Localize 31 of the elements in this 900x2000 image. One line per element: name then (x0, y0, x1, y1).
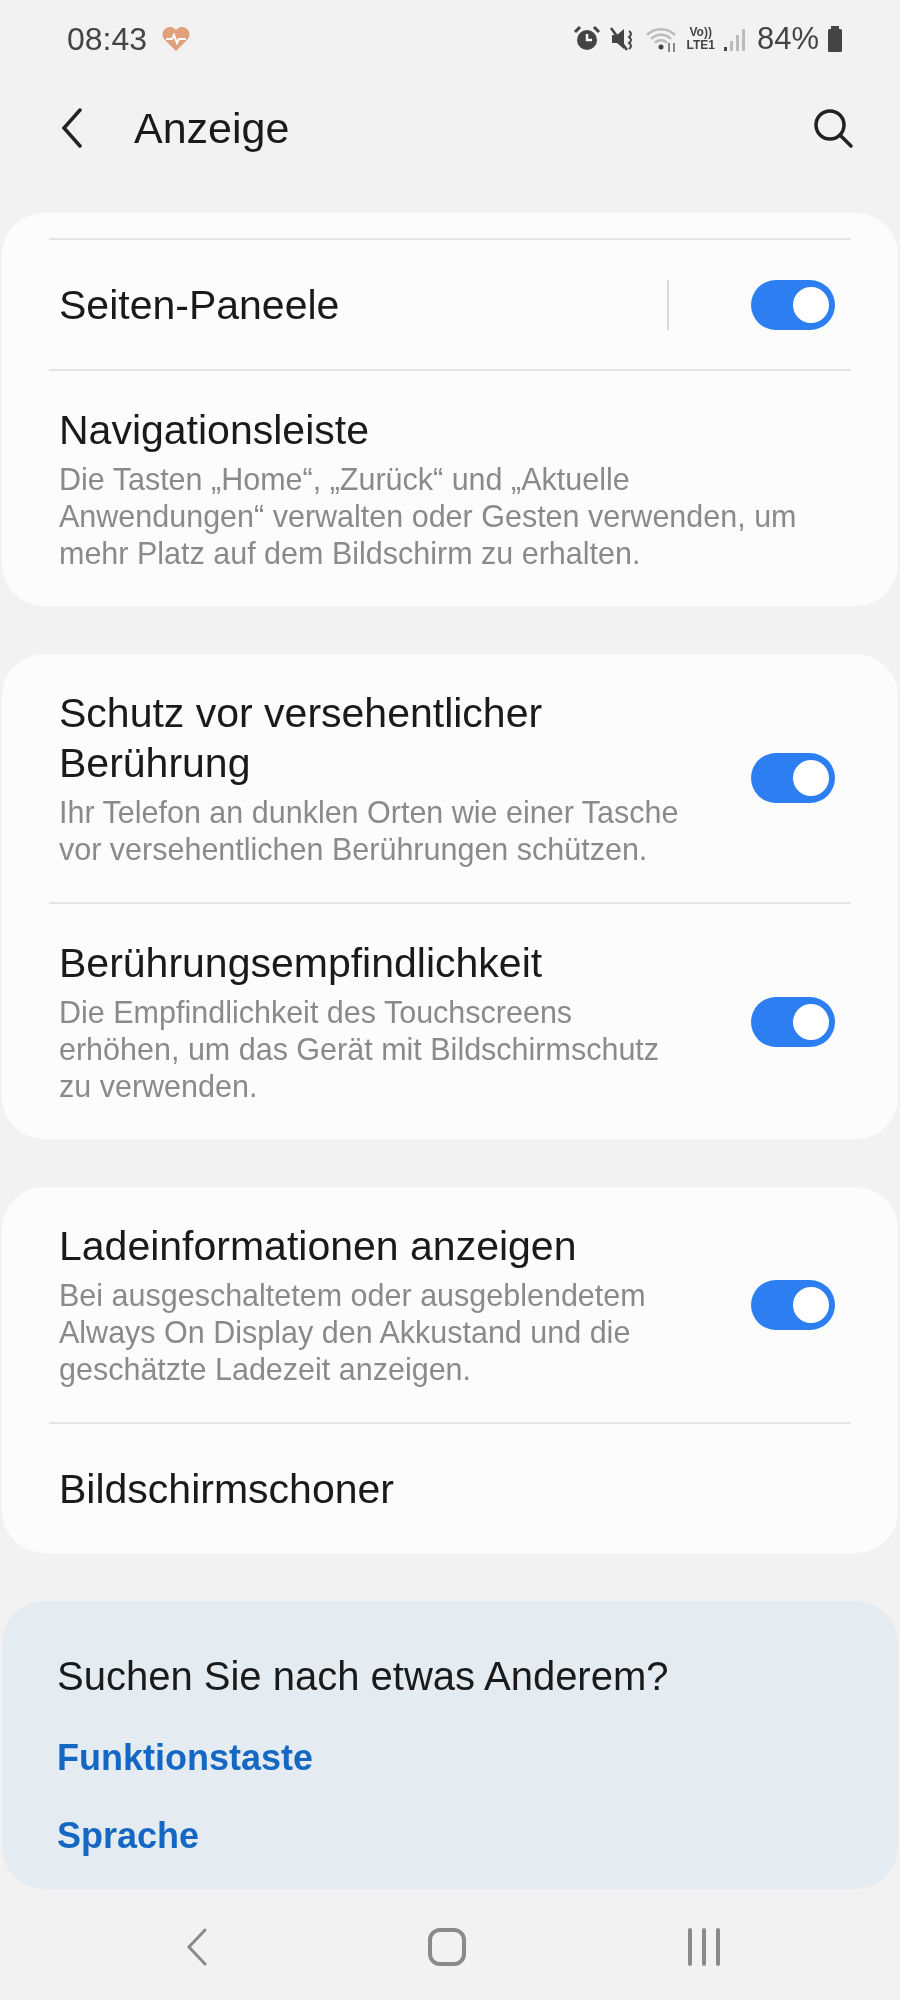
heart-icon (161, 26, 192, 52)
setting-description: Die Empfindlichkeit des Touchscreens erhöhen, um das Gerät mit Bildschirmschutz zu verwenden. (59, 994, 661, 1105)
toggle-switch[interactable] (751, 1279, 835, 1330)
setting-description: Ihr Telefon an dunklen Orten wie einer Tasche vor versehentlichen Berührungen schützen. (59, 794, 680, 868)
settings-item[interactable]: Ladeinformationen anzeigen Bei ausgeschaltetem oder ausgeblendetem Always On Display den Akkustand und die geschätzte Ladezeit anzeigen. (49, 1187, 851, 1422)
network-type-label: LTE1 (686, 39, 715, 52)
settings-item[interactable]: Navigationsleiste Die Tasten „Home“, „Zurück“ und „Aktuelle Anwendungen“ verwalten oder Gesten verwenden, um mehr Platz auf dem Bildschirm zu erhalten. (49, 369, 851, 606)
toggle-switch[interactable] (751, 753, 835, 803)
setting-title: Ladeinformationen anzeigen (59, 1222, 578, 1271)
settings-item[interactable]: Seiten-Paneele (49, 238, 851, 369)
volte-label: Vo)) (689, 26, 712, 39)
settings-item[interactable]: Bildschirmschoner (49, 1422, 851, 1553)
setting-title: Seiten-Paneele (59, 280, 341, 330)
setting-description: Die Tasten „Home“, „Zurück“ und „Aktuelle Anwendungen“ verwalten oder Gesten verwenden, um mehr Platz auf dem Bildschirm zu erhalten. (59, 461, 798, 572)
battery-percentage: 84% (756, 21, 819, 57)
setting-description: Bei ausgeschaltetem oder ausgeblendetem Always On Display den Akkustand und die geschätzte Ladezeit anzeigen. (59, 1277, 647, 1388)
alarm-icon (572, 25, 601, 53)
page-title: Anzeige (134, 103, 290, 153)
setting-title: Navigationsleiste (59, 406, 370, 455)
setting-title: Berührungsempfindlichkeit (59, 939, 544, 988)
settings-item[interactable]: Schutz vor versehentlicher Berührung Ihr Telefon an dunklen Orten wie einer Tasche vor versehentlichen Berührungen schützen. (49, 654, 851, 902)
toggle-switch[interactable] (751, 996, 835, 1047)
setting-title: Schutz vor versehentlicher Berührung (59, 689, 544, 788)
suggestion-link[interactable]: Funktionstaste (57, 1735, 314, 1781)
battery-icon (827, 25, 843, 53)
toggle-switch[interactable] (751, 279, 835, 330)
settings-item[interactable]: Berührungsempfindlichkeit Die Empfindlichkeit des Touchscreens erhöhen, um das Gerät mit Bildschirmschutz zu verwenden. (49, 902, 851, 1139)
setting-title: Bildschirmschoner (59, 1464, 395, 1514)
suggestion-link[interactable]: Sprache (57, 1813, 200, 1859)
clock-time: 08:43 (67, 20, 148, 58)
suggestions-title: Suchen Sie nach etwas Anderem? (57, 1653, 670, 1700)
